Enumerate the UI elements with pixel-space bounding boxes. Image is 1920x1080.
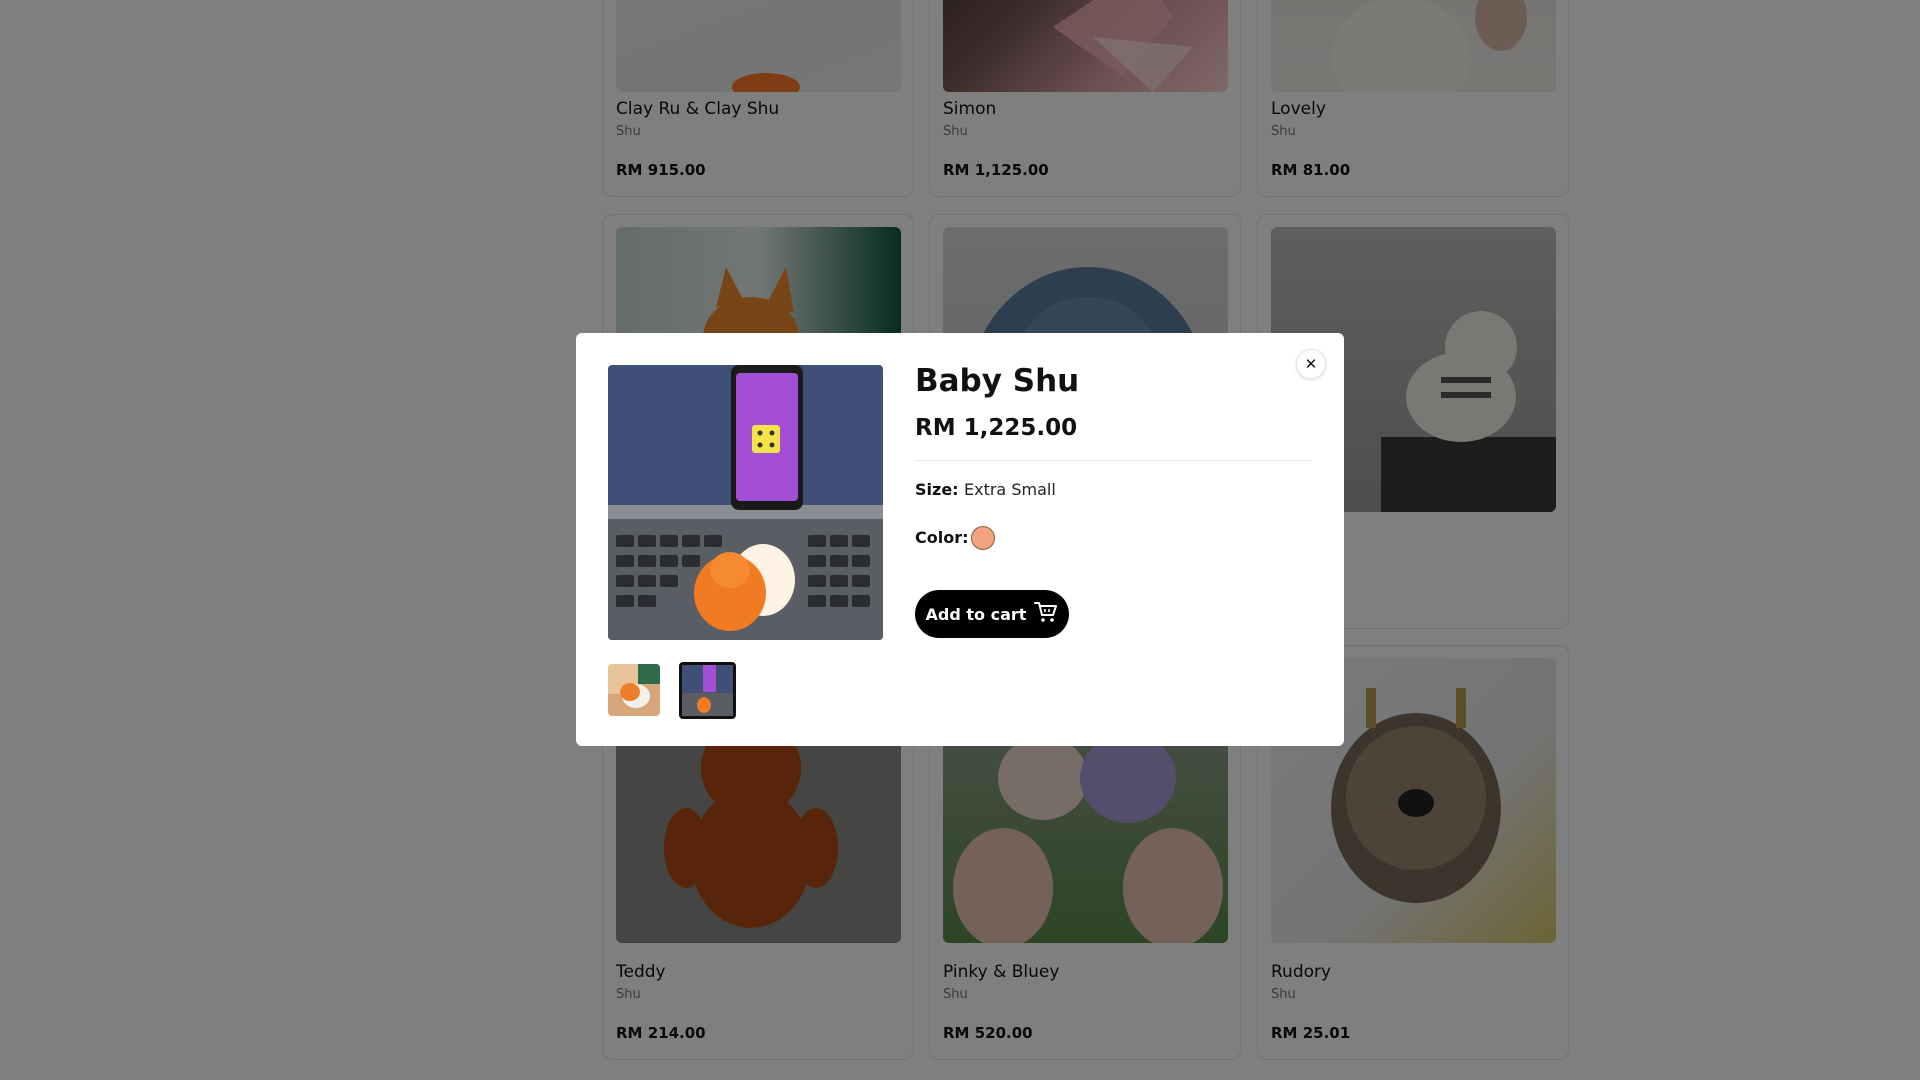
- divider: [915, 460, 1312, 461]
- size-label: Size:: [915, 480, 959, 499]
- product-quick-view-modal: ✕ Baby Shu RM 1,225.00 Size: Extra Small…: [576, 333, 1344, 746]
- close-icon: ✕: [1304, 355, 1318, 373]
- cart-icon: [1034, 601, 1058, 627]
- thumbnail-photo: [608, 664, 660, 716]
- thumbnail-photo: [682, 665, 733, 716]
- cart-icon-svg: [1034, 602, 1058, 622]
- close-button[interactable]: ✕: [1296, 349, 1326, 379]
- color-label: Color:: [915, 528, 969, 547]
- thumbnail-1[interactable]: [608, 664, 660, 716]
- product-price: RM 1,225.00: [915, 415, 1078, 441]
- product-photo: [608, 365, 883, 640]
- color-swatch[interactable]: [971, 526, 995, 550]
- thumbnail-2[interactable]: [679, 662, 736, 719]
- add-to-cart-button[interactable]: Add to cart: [915, 590, 1069, 638]
- product-title: Baby Shu: [915, 363, 1080, 399]
- product-main-image: [608, 365, 883, 640]
- size-value: Extra Small: [964, 480, 1056, 499]
- add-to-cart-label: Add to cart: [925, 604, 1027, 624]
